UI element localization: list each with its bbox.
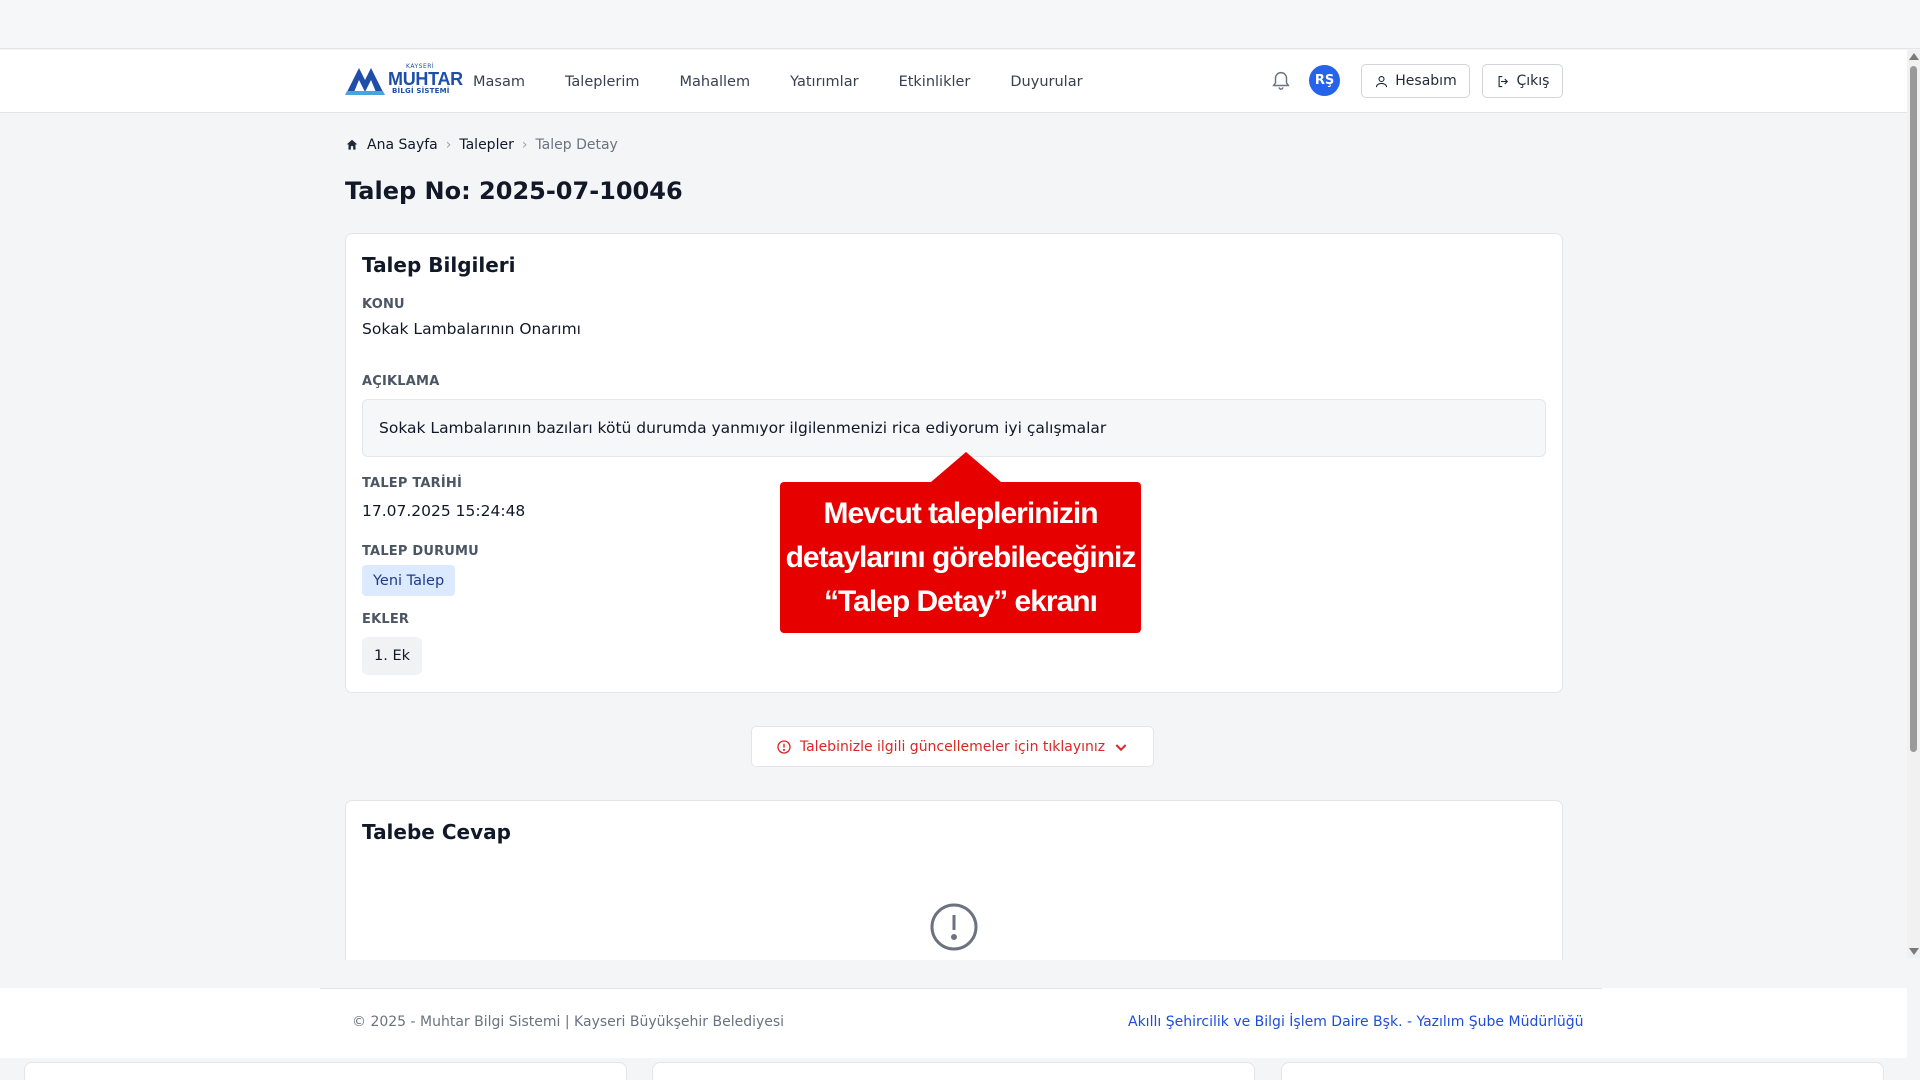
updates-toggle-button[interactable]: Talebinizle ilgili güncellemeler için tı… (751, 726, 1154, 767)
bottom-card-stub (1281, 1062, 1884, 1080)
user-icon (1376, 75, 1388, 87)
subject-label: KONU (362, 297, 405, 312)
logo-title-text: MUHTAR (388, 68, 463, 89)
description-label: AÇIKLAMA (362, 374, 440, 389)
browser-top-strip (0, 0, 1920, 49)
answer-card: Talebe Cevap (345, 800, 1563, 960)
chevron-right-icon: › (521, 137, 528, 153)
logout-icon (1498, 75, 1508, 87)
description-box: Sokak Lambalarının bazıları kötü durumda… (362, 399, 1546, 457)
scroll-down-arrow-icon[interactable] (1909, 948, 1919, 955)
vertical-scrollbar[interactable] (1907, 50, 1920, 958)
user-avatar[interactable]: RŞ (1309, 65, 1340, 96)
account-button[interactable]: Hesabım (1361, 64, 1470, 98)
logout-button-label: Çıkış (1516, 73, 1550, 89)
footer-copyright: © 2025 - Muhtar Bilgi Sistemi | Kayseri … (352, 1014, 785, 1030)
nav-link-taleplerim[interactable]: Taleplerim (565, 74, 640, 90)
page-title: Talep No: 2025-07-10046 (345, 177, 683, 205)
annotation-callout: Mevcut taleplerinizin detaylarını görebi… (780, 452, 1141, 633)
footer: © 2025 - Muhtar Bilgi Sistemi | Kayseri … (0, 988, 1907, 1058)
navbar: KAYSERİ MUHTAR BİLGİ SİSTEMİ Masam Talep… (0, 50, 1907, 113)
exclamation-circle-icon (930, 903, 978, 951)
scrollbar-thumb[interactable] (1910, 66, 1917, 752)
breadcrumb-talepler[interactable]: Talepler (459, 137, 513, 153)
main-nav: Masam Taleplerim Mahallem Yatırımlar Etk… (473, 50, 1123, 113)
date-value: 17.07.2025 15:24:48 (362, 502, 526, 520)
footer-department-link[interactable]: Akıllı Şehircilik ve Bilgi İşlem Daire B… (1128, 1014, 1583, 1030)
info-circle-icon (777, 739, 791, 754)
callout-line: detaylarını görebileceğiniz (785, 541, 1137, 574)
chevron-down-icon (1115, 743, 1127, 751)
scroll-up-arrow-icon[interactable] (1909, 53, 1919, 60)
bottom-card-stub (24, 1062, 627, 1080)
chevron-right-icon: › (445, 137, 452, 153)
answer-card-title: Talebe Cevap (362, 820, 511, 844)
date-label: TALEP TARİHİ (362, 476, 463, 491)
subject-value: Sokak Lambalarının Onarımı (362, 320, 581, 338)
notification-bell-icon[interactable] (1270, 68, 1292, 92)
footer-divider (320, 988, 1602, 989)
nav-link-yatirimlar[interactable]: Yatırımlar (790, 74, 858, 90)
logo-mark-icon (345, 68, 385, 95)
status-badge: Yeni Talep (362, 565, 456, 596)
attachment-chip[interactable]: 1. Ek (362, 637, 423, 675)
nav-link-masam[interactable]: Masam (473, 74, 525, 90)
app-logo[interactable]: KAYSERİ MUHTAR BİLGİ SİSTEMİ (345, 62, 463, 96)
account-button-label: Hesabım (1395, 73, 1457, 89)
attachments-label: EKLER (362, 612, 410, 627)
request-info-title: Talep Bilgileri (362, 253, 516, 277)
nav-link-mahallem[interactable]: Mahallem (680, 74, 751, 90)
bottom-card-stub (652, 1062, 1255, 1080)
updates-button-label: Talebinizle ilgili güncellemeler için tı… (799, 738, 1106, 755)
nav-link-duyurular[interactable]: Duyurular (1010, 74, 1082, 90)
breadcrumb-current: Talep Detay (535, 137, 618, 153)
callout-line: Mevcut taleplerinizin (823, 497, 1098, 530)
nav-link-etkinlikler[interactable]: Etkinlikler (899, 74, 971, 90)
breadcrumb: Ana Sayfa › Talepler › Talep Detay (345, 137, 618, 153)
logo-subtitle-text: BİLGİ SİSTEMİ (392, 86, 450, 95)
home-icon (346, 139, 358, 150)
callout-line: “Talep Detay” ekranı (824, 585, 1098, 618)
logout-button[interactable]: Çıkış (1482, 64, 1563, 98)
breadcrumb-home[interactable]: Ana Sayfa (367, 137, 438, 153)
status-label: TALEP DURUMU (362, 544, 479, 559)
